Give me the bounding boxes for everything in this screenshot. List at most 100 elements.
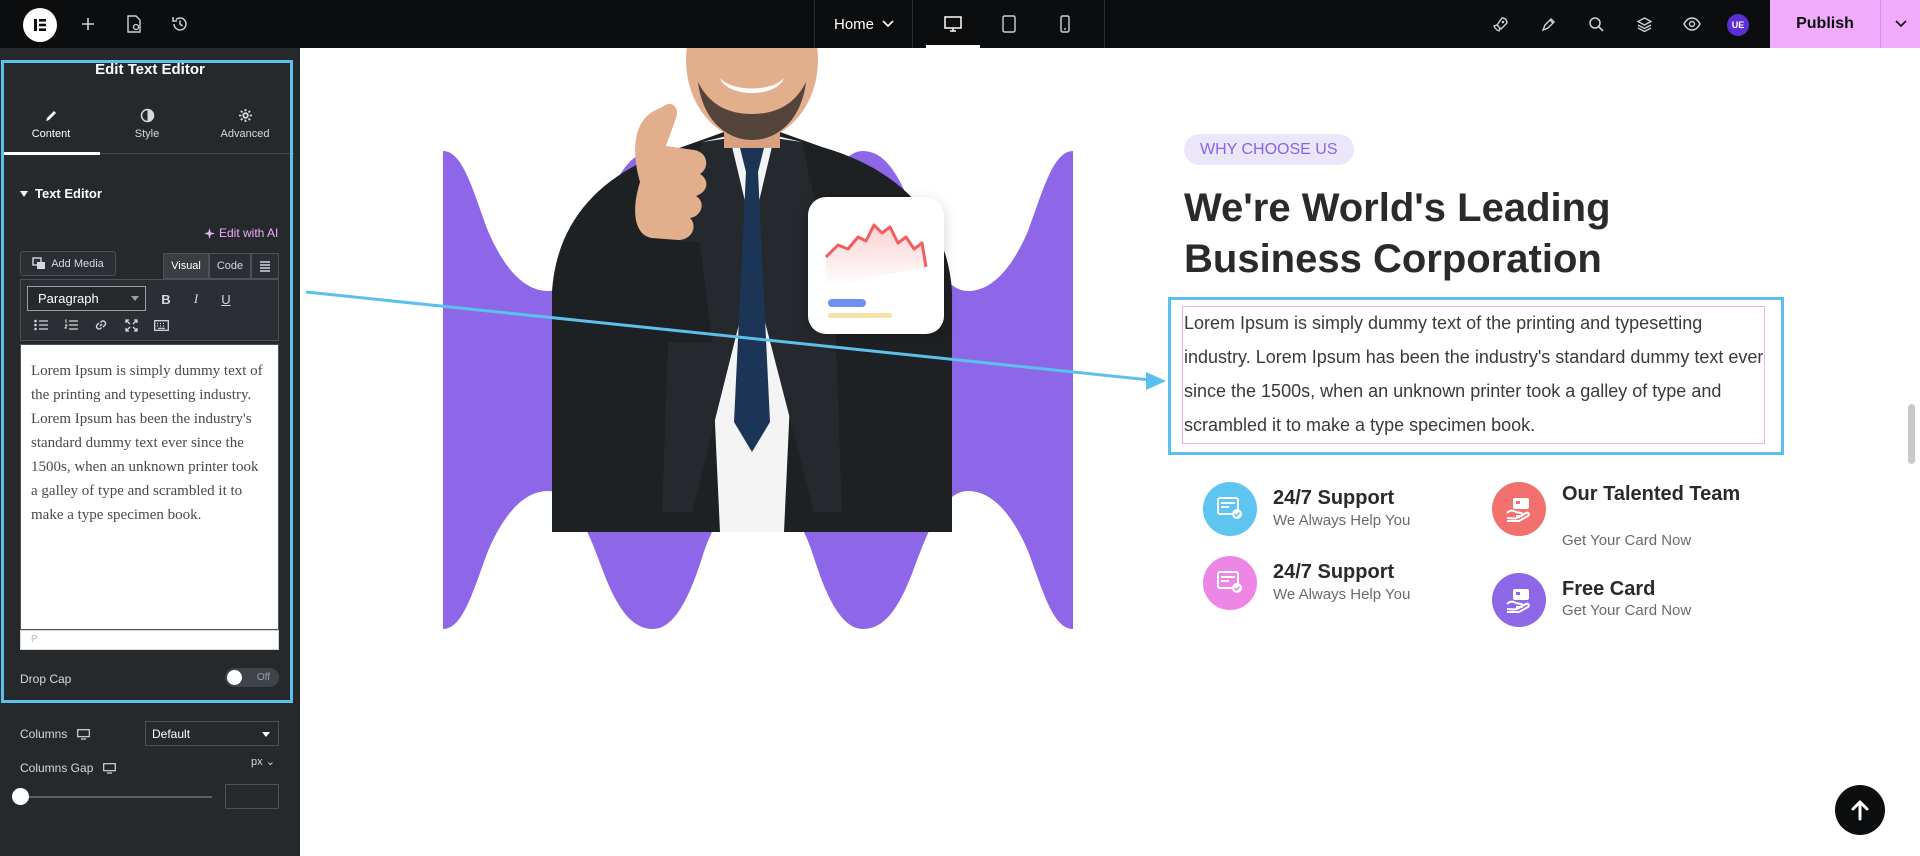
layers-icon[interactable] (1628, 0, 1660, 48)
underline-icon[interactable]: U (214, 287, 238, 311)
italic-icon[interactable]: I (184, 287, 208, 311)
feature-title: 24/7 Support (1273, 561, 1395, 583)
columns-select-value: Default (152, 726, 191, 741)
rocket-icon[interactable] (1484, 0, 1516, 48)
feature-title: Our Talented Team (1562, 483, 1741, 505)
visual-mode-tab[interactable]: Visual (163, 253, 209, 279)
back-to-top-button[interactable] (1835, 785, 1885, 835)
caret-down-icon (262, 732, 270, 737)
add-media-button[interactable]: Add Media (20, 251, 116, 276)
history-icon[interactable] (164, 0, 196, 48)
user-avatar[interactable]: UE (1727, 14, 1749, 36)
page-settings-icon[interactable] (118, 0, 150, 48)
arrow-up-icon (1851, 800, 1869, 821)
contrast-icon (140, 108, 154, 123)
tab-label: Content (31, 127, 71, 140)
bullet-list-icon[interactable] (29, 313, 53, 337)
unit-selector[interactable]: px ⌄ (251, 755, 275, 768)
columns-gap-label: Columns Gap (20, 761, 94, 775)
toggle-knob (227, 670, 242, 685)
publish-options-button[interactable] (1880, 0, 1920, 48)
page-canvas: WHY CHOOSE US We're World's Leading Busi… (300, 48, 1920, 856)
gear-icon (238, 109, 252, 122)
columns-gap-slider-track[interactable] (20, 796, 212, 798)
columns-gap-slider-handle[interactable] (12, 788, 29, 805)
mobile-icon (1060, 15, 1070, 33)
feature-subtitle: We Always Help You (1273, 586, 1411, 603)
edit-with-ai-link[interactable]: Edit with AI (204, 226, 278, 240)
columns-row: Columns (20, 727, 91, 741)
tab-label: Style (134, 128, 160, 140)
card-hand-icon (1492, 573, 1546, 627)
team-card-icon (1492, 482, 1546, 536)
divider (814, 0, 815, 48)
desktop-icon[interactable] (77, 728, 91, 740)
chevron-down-icon (1894, 20, 1907, 28)
chevron-down-icon (882, 20, 894, 28)
columns-gap-input[interactable] (225, 784, 279, 809)
support-icon (1203, 482, 1257, 536)
drop-cap-toggle[interactable]: Off (225, 668, 279, 687)
tab-style[interactable]: Style (98, 94, 196, 154)
desktop-icon[interactable] (103, 762, 117, 774)
tab-label: Advanced (220, 128, 270, 140)
toggle-state: Off (256, 672, 270, 683)
divider (912, 0, 913, 48)
body-paragraph[interactable]: Lorem Ipsum is simply dummy text of the … (1184, 306, 1764, 442)
fullscreen-icon[interactable] (119, 313, 143, 337)
section-title: Text Editor (35, 186, 102, 201)
editor-panel: Edit Text Editor Content Style Advanced … (0, 48, 300, 856)
toolbar-toggle-icon (260, 261, 270, 272)
tab-advanced[interactable]: Advanced (196, 94, 294, 154)
canvas-scrollbar[interactable] (1908, 404, 1915, 464)
numbered-list-icon[interactable] (59, 313, 83, 337)
code-mode-tab[interactable]: Code (209, 253, 251, 279)
columns-gap-row: Columns Gap (20, 761, 117, 775)
section-badge: WHY CHOOSE US (1184, 134, 1354, 165)
chevron-down-icon: ⌄ (265, 756, 275, 768)
format-select-value: Paragraph (38, 291, 99, 306)
chart-card-graphic (808, 197, 944, 334)
panel-title: Edit Text Editor (95, 61, 205, 78)
support-icon (1203, 556, 1257, 610)
mobile-view-button[interactable] (1038, 0, 1092, 48)
edit-with-ai-label: Edit with AI (219, 226, 279, 240)
desktop-view-button[interactable] (926, 0, 980, 48)
columns-select[interactable]: Default (145, 721, 279, 746)
caret-down-icon (131, 296, 139, 301)
feature-subtitle: We Always Help You (1273, 512, 1411, 529)
publish-button[interactable]: Publish (1770, 0, 1880, 48)
keyboard-icon[interactable] (149, 313, 173, 337)
format-select[interactable]: Paragraph (27, 286, 146, 311)
preview-eye-icon[interactable] (1676, 0, 1708, 48)
tablet-icon (1002, 15, 1016, 33)
tablet-view-button[interactable] (982, 0, 1036, 48)
feature-subtitle: Get Your Card Now (1562, 532, 1692, 549)
page-name: Home (833, 15, 874, 33)
elementor-logo-icon[interactable] (23, 8, 57, 42)
divider (1104, 0, 1105, 48)
link-icon[interactable] (89, 313, 113, 337)
page-selector[interactable]: Home (816, 0, 912, 48)
tab-content[interactable]: Content (2, 94, 100, 155)
sparkle-icon (204, 227, 215, 239)
bold-icon[interactable]: B (154, 287, 178, 311)
editor-toolbar: Paragraph B I U (20, 279, 279, 341)
top-bar: Home UE Publish (0, 0, 1920, 48)
text-editor-area[interactable]: Lorem Ipsum is simply dummy text of the … (20, 344, 279, 630)
feature-subtitle: Get Your Card Now (1562, 602, 1692, 619)
drop-cap-label: Drop Cap (20, 672, 72, 686)
unit-value: px (251, 756, 263, 768)
section-header-text-editor[interactable]: Text Editor (20, 186, 102, 201)
feature-title: 24/7 Support (1273, 487, 1395, 509)
search-icon[interactable] (1580, 0, 1612, 48)
panel-tabs: Content Style Advanced (0, 94, 294, 155)
caret-down-icon (20, 190, 28, 197)
section-heading: We're World's Leading Business Corporati… (1184, 186, 1611, 281)
columns-label: Columns (20, 727, 68, 741)
toolbar-toggle-button[interactable] (251, 253, 279, 279)
add-element-icon[interactable] (72, 0, 104, 48)
notes-icon[interactable] (1532, 0, 1564, 48)
add-media-label: Add Media (51, 257, 104, 270)
desktop-icon (944, 16, 962, 32)
